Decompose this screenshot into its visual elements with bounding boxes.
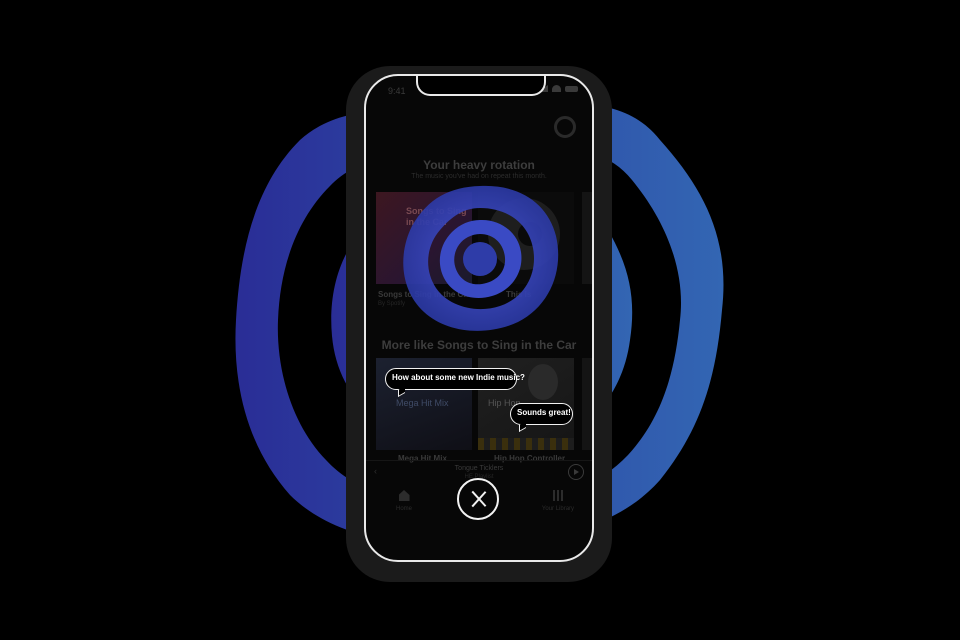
cover-stripe xyxy=(478,438,574,450)
artist-card-cover[interactable] xyxy=(478,192,574,284)
wifi-icon xyxy=(552,85,561,92)
phone-notch xyxy=(416,76,546,96)
section-title-heavy-rotation: Your heavy rotation xyxy=(423,158,535,172)
mini-player-title: Tongue Ticklers xyxy=(454,465,504,472)
library-icon xyxy=(552,490,564,501)
cover-text: Songs to Sing in the Car xyxy=(406,206,467,227)
tab-label: Your Library xyxy=(541,506,575,512)
card-title[interactable]: Songs to Sing in the Car xyxy=(378,290,471,299)
cover-text: Mega Hit Mix xyxy=(396,398,449,408)
section-title-more-like: More like Songs to Sing in the Car xyxy=(381,338,577,352)
battery-icon xyxy=(565,85,578,92)
card-title[interactable]: This Is xyxy=(506,290,531,299)
speech-bubble-assistant: How about some new Indie music? xyxy=(385,368,525,398)
speech-bubble-text: How about some new Indie music? xyxy=(392,373,525,382)
status-time: 9:41 xyxy=(388,86,406,96)
card-edge[interactable] xyxy=(582,358,592,450)
card-meta: By Spotify xyxy=(378,301,406,307)
artist-photo xyxy=(528,364,558,400)
record-disc-icon xyxy=(488,198,560,270)
speech-bubble-user: Sounds great! xyxy=(510,403,573,433)
settings-icon[interactable] xyxy=(554,116,576,138)
close-icon[interactable] xyxy=(457,478,499,520)
tab-home[interactable]: Home xyxy=(384,490,424,512)
home-icon xyxy=(398,490,410,501)
play-icon[interactable] xyxy=(568,464,584,480)
tab-your-library[interactable]: Your Library xyxy=(538,490,578,512)
speech-bubble-text: Sounds great! xyxy=(517,408,571,417)
tab-label: Home xyxy=(395,506,412,512)
card-edge[interactable] xyxy=(582,192,592,284)
section-subtitle: The music you've had on repeat this mont… xyxy=(411,173,547,180)
playlist-card-cover[interactable]: Songs to Sing in the Car xyxy=(376,192,472,284)
